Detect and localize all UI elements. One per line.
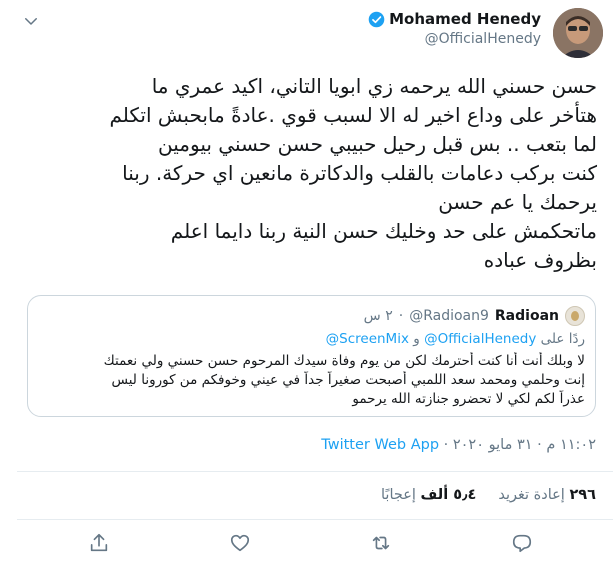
quoted-text-line: لا وبلك أنت أنا كنت أحترمك لكن من يوم وف… bbox=[103, 353, 585, 369]
retweets-label: إعادة تغريد bbox=[498, 487, 565, 503]
tweet-date[interactable]: ٣١ مايو ٢٠٢٠ bbox=[453, 437, 533, 453]
meta-separator: · bbox=[443, 437, 449, 453]
reply-prefix: ردًا على bbox=[540, 331, 585, 347]
likes-count: ٥٫٤ ألف bbox=[420, 487, 477, 503]
author-handle[interactable]: @OfficialHenedy bbox=[368, 31, 541, 47]
tweet-text-line: ماتحكمش على حد وخليك حسن النية ربنا دايم… bbox=[170, 219, 597, 243]
more-options-button[interactable] bbox=[22, 12, 40, 30]
quoted-author-handle[interactable]: @Radioan9 bbox=[409, 308, 489, 324]
reply-icon bbox=[512, 534, 532, 553]
author-block: Mohamed Henedy @OfficialHenedy bbox=[368, 10, 541, 47]
quoted-author-name[interactable]: Radioan bbox=[495, 308, 559, 324]
quoted-avatar[interactable] bbox=[565, 306, 585, 326]
tweet-stats: ٢٩٦ إعادة تغريد ٥٫٤ ألف إعجابًا bbox=[381, 487, 596, 503]
likes-label: إعجابًا bbox=[380, 487, 416, 503]
reply-conjunction: و bbox=[413, 331, 420, 347]
author-name[interactable]: Mohamed Henedy bbox=[389, 10, 541, 28]
quoted-reply-context: ردًا على @OfficialHenedy و @ScreenMix bbox=[326, 331, 585, 347]
tweet-text-line: هتأخر على وداع اخير له الا لسبب قوي .عاد… bbox=[109, 103, 597, 127]
tweet-text-line: بظروف عباده bbox=[483, 248, 597, 272]
verified-badge-icon bbox=[368, 11, 385, 27]
divider bbox=[17, 519, 613, 520]
tweet-text-line: يرحمك يا عم حسن bbox=[438, 190, 597, 214]
tweet-text-line: كنت بركب دعامات بالقلب والدكاترة مانعين … bbox=[122, 161, 597, 185]
chevron-down-icon bbox=[25, 18, 37, 25]
tweet-source-link[interactable]: Twitter Web App bbox=[321, 437, 439, 453]
reply-button[interactable] bbox=[511, 532, 533, 554]
quoted-timestamp[interactable]: ٢ س bbox=[364, 308, 393, 324]
tweet-time[interactable]: ١١:٠٢ م bbox=[546, 437, 596, 453]
quoted-text-line: إنت وحلمي ومحمد سعد اللمبي أصبحت صغيراً … bbox=[111, 372, 585, 388]
quoted-text: لا وبلك أنت أنا كنت أحترمك لكن من يوم وف… bbox=[36, 352, 585, 409]
quoted-tweet[interactable]: Radioan @Radioan9 · ٢ س ردًا على @Offici… bbox=[27, 295, 596, 417]
retweet-button[interactable] bbox=[370, 532, 392, 554]
reply-mention[interactable]: @OfficialHenedy bbox=[424, 331, 536, 347]
tweet-card: Mohamed Henedy @OfficialHenedy حسن حسني … bbox=[0, 0, 613, 570]
retweets-count: ٢٩٦ bbox=[569, 487, 596, 503]
avatar-photo bbox=[553, 8, 603, 58]
action-bar bbox=[0, 532, 613, 556]
divider bbox=[17, 471, 613, 472]
quoted-separator: · bbox=[398, 308, 404, 324]
meta-separator: · bbox=[537, 437, 542, 453]
quoted-text-line: عذراً لكم لكي لا تحضرو جنازته الله يرحمو bbox=[352, 391, 585, 407]
like-button[interactable] bbox=[229, 532, 251, 554]
tweet-text: حسن حسني الله يرحمه زي ابويا التاني، اكي… bbox=[20, 72, 597, 275]
reply-mention[interactable]: @ScreenMix bbox=[326, 331, 409, 347]
tweet-text-line: لما بتعب .. بس قبل رحيل حبيبي حسن حسني ب… bbox=[158, 132, 597, 156]
tweet-text-line: حسن حسني الله يرحمه زي ابويا التاني، اكي… bbox=[151, 74, 597, 98]
share-button[interactable] bbox=[88, 532, 110, 554]
tweet-meta: ١١:٠٢ م · ٣١ مايو ٢٠٢٠ · Twitter Web App bbox=[321, 437, 596, 453]
retweets-stat[interactable]: ٢٩٦ إعادة تغريد bbox=[498, 487, 596, 503]
retweet-icon bbox=[372, 536, 390, 550]
avatar[interactable] bbox=[553, 8, 603, 58]
likes-stat[interactable]: ٥٫٤ ألف إعجابًا bbox=[381, 487, 476, 503]
share-icon bbox=[90, 533, 108, 552]
like-icon bbox=[230, 534, 250, 552]
